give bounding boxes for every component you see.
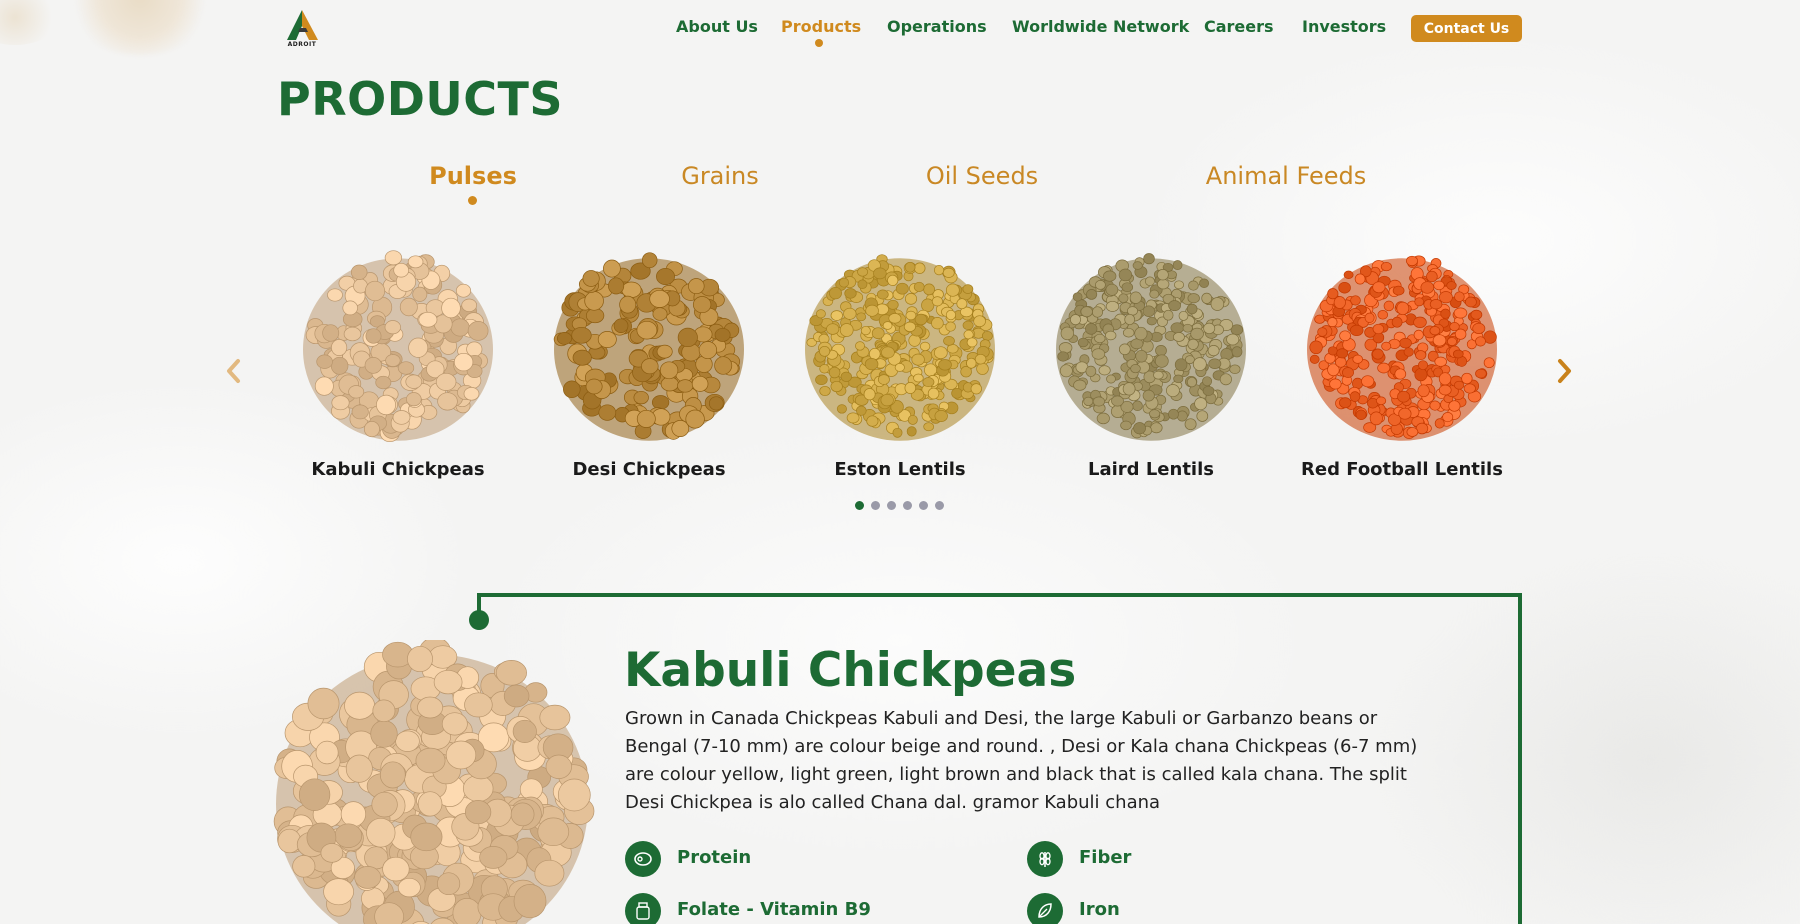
tab-active-indicator bbox=[468, 196, 477, 205]
product-image bbox=[553, 252, 744, 441]
pager-dot[interactable] bbox=[855, 501, 864, 510]
detail-frame-line bbox=[1518, 593, 1522, 924]
product-card-laird-lentils[interactable]: Laird Lentils bbox=[1031, 243, 1271, 483]
detail-product-image bbox=[273, 640, 595, 924]
leaf-icon bbox=[1027, 893, 1063, 924]
pager-dot[interactable] bbox=[903, 501, 912, 510]
detail-title: Kabuli Chickpeas bbox=[624, 643, 1077, 698]
carousel-prev-button[interactable] bbox=[222, 356, 244, 386]
product-name: Desi Chickpeas bbox=[572, 459, 726, 480]
nav-careers[interactable]: Careers bbox=[1204, 17, 1274, 36]
chevron-left-icon bbox=[227, 359, 240, 383]
pager-dot[interactable] bbox=[935, 501, 944, 510]
product-card-red-football-lentils[interactable]: Red Football Lentils bbox=[1282, 243, 1522, 483]
nav-about-us[interactable]: About Us bbox=[676, 17, 758, 36]
nav-operations[interactable]: Operations bbox=[887, 17, 987, 36]
detail-frame-line bbox=[477, 593, 1522, 597]
nav-active-indicator bbox=[815, 39, 823, 47]
logo-text: ADROIT bbox=[287, 41, 317, 48]
main-nav: About Us Products Operations Worldwide N… bbox=[0, 17, 1800, 41]
nav-products[interactable]: Products bbox=[781, 17, 861, 36]
meat-icon bbox=[625, 841, 661, 877]
tab-animal-feeds[interactable]: Animal Feeds bbox=[1206, 162, 1366, 190]
product-card-eston-lentils[interactable]: Eston Lentils bbox=[780, 243, 1020, 483]
nutrient-label: Folate - Vitamin B9 bbox=[677, 899, 871, 920]
product-image bbox=[805, 254, 995, 441]
product-name: Kabuli Chickpeas bbox=[311, 459, 485, 480]
detail-description: Grown in Canada Chickpeas Kabuli and Des… bbox=[625, 708, 1418, 813]
product-card-kabuli-chickpeas[interactable]: Kabuli Chickpeas bbox=[278, 243, 518, 483]
pager-dot[interactable] bbox=[871, 501, 880, 510]
nutrient-label: Protein bbox=[677, 847, 752, 868]
product-image bbox=[303, 250, 493, 443]
tab-grains[interactable]: Grains bbox=[681, 162, 759, 190]
chevron-right-icon bbox=[1558, 359, 1571, 383]
carousel-next-button[interactable] bbox=[1554, 356, 1576, 386]
product-name: Red Football Lentils bbox=[1301, 459, 1503, 480]
tab-oil-seeds[interactable]: Oil Seeds bbox=[926, 162, 1038, 190]
page-title: PRODUCTS bbox=[277, 72, 564, 126]
wheat-icon bbox=[1027, 841, 1063, 877]
nav-investors[interactable]: Investors bbox=[1302, 17, 1386, 36]
pager-dot[interactable] bbox=[919, 501, 928, 510]
detail-frame-dot bbox=[469, 610, 489, 630]
site-header: ADROIT About Us Products Operations Worl… bbox=[0, 0, 1800, 56]
nutrient-label: Fiber bbox=[1079, 847, 1132, 868]
nutrient-label: Iron bbox=[1079, 899, 1120, 920]
product-name: Laird Lentils bbox=[1088, 459, 1214, 480]
product-name: Eston Lentils bbox=[834, 459, 966, 480]
contact-us-button[interactable]: Contact Us bbox=[1411, 15, 1522, 42]
product-image bbox=[1307, 255, 1497, 441]
nav-worldwide-network[interactable]: Worldwide Network bbox=[1012, 17, 1189, 36]
pager-dot[interactable] bbox=[887, 501, 896, 510]
vitamin-icon bbox=[625, 893, 661, 924]
product-image bbox=[1056, 253, 1246, 441]
tab-pulses[interactable]: Pulses bbox=[429, 162, 517, 190]
product-card-desi-chickpeas[interactable]: Desi Chickpeas bbox=[529, 243, 769, 483]
